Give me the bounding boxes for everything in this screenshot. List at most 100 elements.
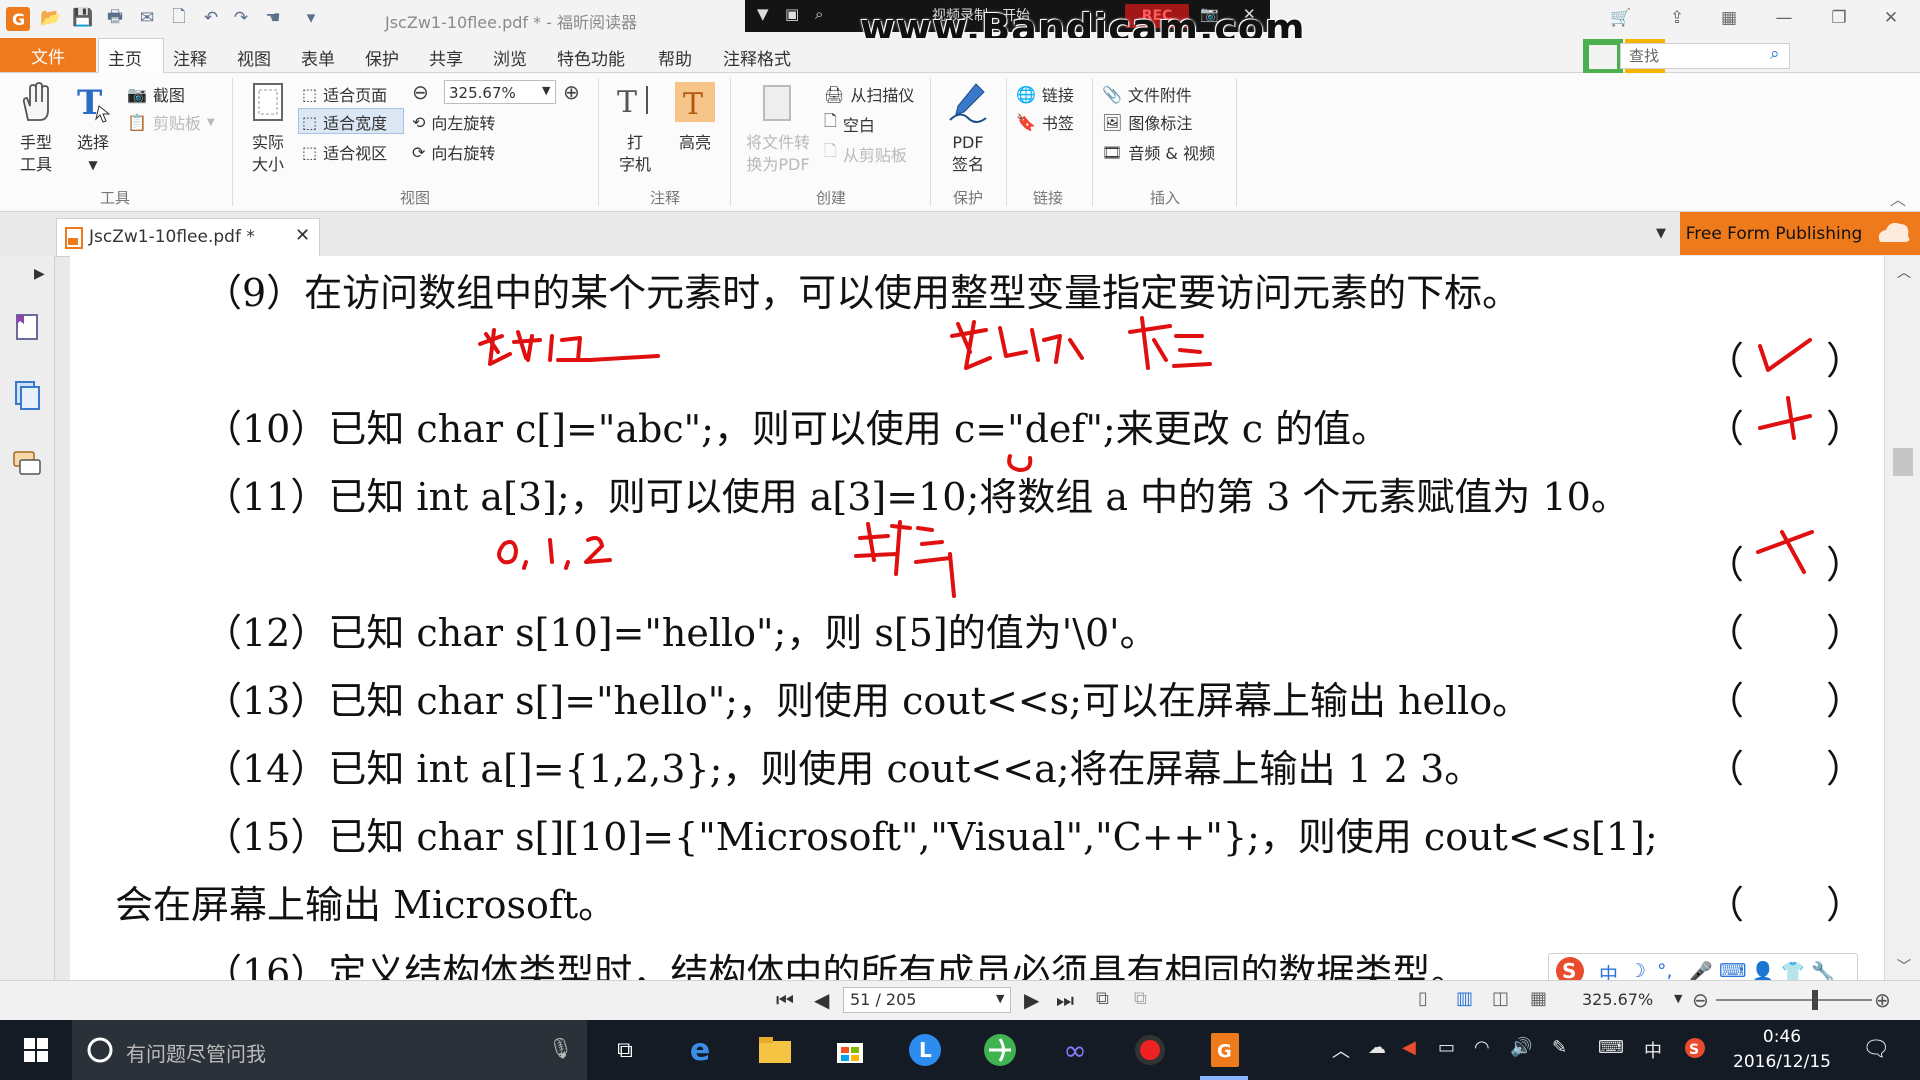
show-hidden-icons[interactable]: ︿: [1332, 1037, 1350, 1063]
comments-panel-icon[interactable]: [12, 448, 42, 478]
zoom-dropdown-icon[interactable]: ▼: [542, 84, 550, 97]
ime-punct-icon[interactable]: °,: [1657, 960, 1673, 982]
clipboard-dropdown-icon[interactable]: ▼: [207, 117, 215, 128]
tab-document[interactable]: JscZw1-10flee.pdf * ✕: [56, 218, 320, 256]
minimize-icon[interactable]: —: [1765, 4, 1803, 32]
close-icon[interactable]: ✕: [1872, 4, 1910, 32]
hand-tool-dropdown-icon[interactable]: ☚: [262, 7, 284, 29]
facing-page-icon[interactable]: ◫: [1492, 988, 1509, 1009]
pages-panel-icon[interactable]: [12, 380, 42, 410]
zoom-slider-thumb[interactable]: [1812, 990, 1818, 1010]
page-dropdown-icon[interactable]: ▼: [996, 992, 1004, 1005]
bandicam-search-icon[interactable]: ⌕: [815, 5, 823, 23]
redo-icon[interactable]: ↷: [230, 7, 252, 29]
menu-view[interactable]: 视图: [237, 45, 271, 70]
menu-comment-format[interactable]: 注释格式: [723, 45, 791, 70]
infinity-app-icon[interactable]: ∞: [1055, 1030, 1095, 1070]
status-zoom-in-icon[interactable]: ⊕: [1874, 988, 1891, 1012]
ime-moon-icon[interactable]: ☽: [1629, 960, 1646, 982]
vertical-scrollbar[interactable]: ︿ ﹀: [1884, 256, 1920, 980]
link-button[interactable]: 🌐 链接: [1016, 82, 1074, 106]
l-app-icon[interactable]: L: [905, 1030, 945, 1070]
browser-360-icon[interactable]: [980, 1030, 1020, 1070]
customize-toolbar-icon[interactable]: ▾: [300, 7, 322, 29]
audio-video-button[interactable]: 🎞 音频 & 视频: [1102, 140, 1215, 164]
fit-width-button[interactable]: ⬚ 适合宽度: [302, 110, 387, 134]
rotate-left-button[interactable]: ⟲ 向左旋转: [412, 110, 495, 134]
page-number-input[interactable]: 51 / 205: [843, 987, 1011, 1013]
file-explorer-icon[interactable]: [755, 1030, 795, 1070]
next-view-icon[interactable]: ⧉: [1134, 988, 1147, 1009]
prev-page-icon[interactable]: ◀: [814, 988, 829, 1012]
task-view-icon[interactable]: ⧉: [605, 1030, 645, 1070]
pen-icon[interactable]: ✎: [1552, 1037, 1567, 1058]
cart-icon[interactable]: 🛒: [1602, 4, 1640, 32]
undo-icon[interactable]: ↶: [200, 7, 222, 29]
save-icon[interactable]: 💾: [72, 7, 94, 29]
rotate-right-button[interactable]: ⟳ 向右旋转: [412, 140, 495, 164]
last-page-icon[interactable]: ⏭: [1056, 988, 1074, 1012]
convert-to-pdf-button[interactable]: 将文件转 换为PDF: [740, 80, 816, 176]
open-icon[interactable]: 📂: [40, 7, 62, 29]
actual-size-button[interactable]: 实际 大小: [242, 80, 294, 176]
screenshot-button[interactable]: 📷 截图: [127, 82, 185, 106]
menu-form[interactable]: 表单: [301, 45, 335, 70]
bandicam-app-icon[interactable]: [1130, 1030, 1170, 1070]
touch-keyboard-icon[interactable]: ⌨: [1598, 1037, 1624, 1058]
system-clock[interactable]: 0:46 2016/12/15: [1712, 1025, 1852, 1075]
start-button[interactable]: [0, 1020, 72, 1080]
cloud-tray-icon[interactable]: ☁: [1368, 1037, 1386, 1058]
foxit-reader-app-icon[interactable]: G: [1205, 1030, 1245, 1070]
search-icon[interactable]: ⌕: [1770, 44, 1780, 64]
zoom-slider-track[interactable]: [1716, 999, 1872, 1001]
select-dropdown-icon[interactable]: ▼: [68, 154, 118, 176]
scroll-up-icon[interactable]: ︿: [1897, 262, 1911, 282]
menu-file[interactable]: 文件: [0, 38, 96, 72]
menu-share[interactable]: 共享: [429, 45, 463, 70]
zoom-out-icon[interactable]: ⊖: [412, 80, 429, 104]
blank-button[interactable]: 🗋 空白: [824, 110, 875, 137]
free-form-publishing-ad[interactable]: Free Form Publishing: [1680, 212, 1868, 255]
sogou-tray-icon[interactable]: S: [1684, 1037, 1706, 1064]
fit-visible-button[interactable]: ⬚ 适合视区: [302, 140, 387, 164]
image-annotation-button[interactable]: 🖼 图像标注: [1102, 110, 1192, 134]
tab-list-icon[interactable]: ▼: [1656, 226, 1666, 241]
menu-features[interactable]: 特色功能: [557, 45, 625, 70]
microphone-icon[interactable]: 🎙: [548, 1036, 573, 1060]
wifi-icon[interactable]: ◠: [1474, 1037, 1490, 1058]
input-language-indicator[interactable]: 中: [1644, 1037, 1662, 1063]
fit-page-button[interactable]: ⬚ 适合页面: [302, 82, 387, 106]
bandicam-menu-icon[interactable]: ▼: [757, 5, 769, 23]
from-scanner-button[interactable]: 🖨 从扫描仪: [824, 82, 914, 106]
print-icon[interactable]: 🖶: [104, 7, 126, 29]
battery-icon[interactable]: ▭: [1438, 1037, 1455, 1058]
zoom-select[interactable]: 325.67%: [444, 80, 556, 104]
continuous-facing-icon[interactable]: ▦: [1530, 988, 1547, 1009]
single-page-icon[interactable]: ▯: [1418, 988, 1428, 1009]
volume-muted-app-icon[interactable]: ◀: [1402, 1037, 1416, 1058]
from-clipboard-button[interactable]: 🗋 从剪贴板: [824, 140, 907, 167]
expand-panel-icon[interactable]: ▶: [34, 266, 45, 282]
menu-help[interactable]: 帮助: [658, 45, 692, 70]
status-zoom-dropdown-icon[interactable]: ▼: [1674, 992, 1682, 1005]
select-tool-button[interactable]: T 选择 ▼: [68, 80, 118, 176]
tab-close-icon[interactable]: ✕: [295, 225, 310, 246]
status-zoom-value[interactable]: 325.67%: [1582, 990, 1653, 1009]
pdf-sign-button[interactable]: PDF 签名: [940, 80, 996, 176]
typewriter-button[interactable]: T 打 字机: [610, 80, 660, 176]
bookmarks-panel-icon[interactable]: [12, 312, 42, 342]
scroll-down-icon[interactable]: ﹀: [1897, 956, 1911, 976]
next-page-icon[interactable]: ▶: [1024, 988, 1039, 1012]
restore-icon[interactable]: ❐: [1820, 4, 1858, 32]
zoom-in-icon[interactable]: ⊕: [563, 80, 580, 104]
layout-icon[interactable]: ▦: [1710, 4, 1748, 32]
store-icon[interactable]: [830, 1030, 870, 1070]
highlight-button[interactable]: T 高亮: [670, 80, 720, 154]
menu-comment[interactable]: 注释: [173, 45, 207, 70]
speaker-icon[interactable]: 🔊: [1510, 1037, 1532, 1058]
status-zoom-out-icon[interactable]: ⊖: [1692, 988, 1709, 1012]
menu-home[interactable]: 主页: [108, 45, 142, 70]
hand-tool-button[interactable]: 手型 工具: [10, 80, 62, 176]
prev-view-icon[interactable]: ⧉: [1096, 988, 1109, 1009]
cloud-icon[interactable]: [1868, 212, 1920, 255]
